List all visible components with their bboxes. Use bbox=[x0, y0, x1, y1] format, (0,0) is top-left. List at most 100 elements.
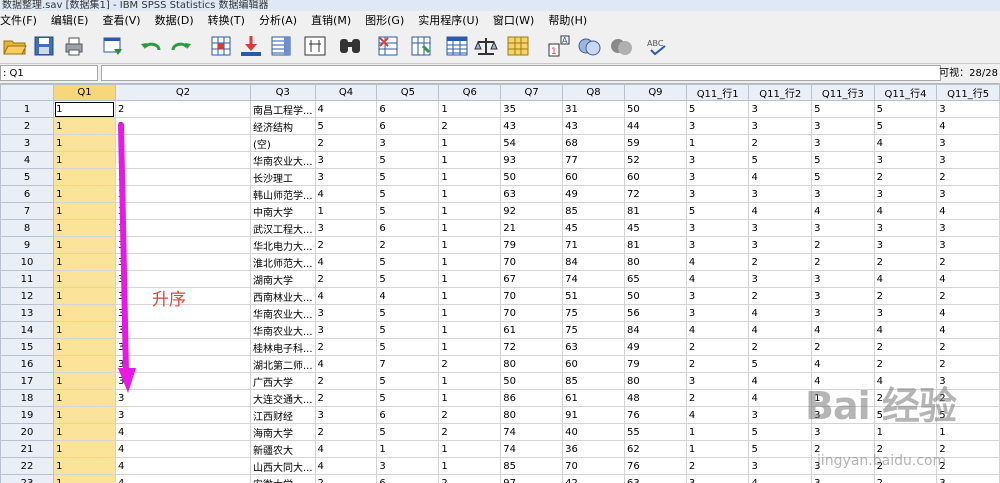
cell-Q5[interactable]: 3 bbox=[376, 134, 440, 152]
cell-Q11_行5[interactable]: 3 bbox=[936, 236, 1000, 254]
column-header-Q11_行2[interactable]: Q11_行2 bbox=[748, 84, 813, 101]
cell-Q4[interactable]: 2 bbox=[314, 372, 378, 390]
corner-cell[interactable] bbox=[0, 84, 55, 101]
cell-Q7[interactable]: 70 bbox=[500, 287, 564, 305]
cell-Q3[interactable]: 武汉工程大... bbox=[249, 219, 316, 237]
cell-Q1[interactable]: 1 bbox=[53, 304, 116, 322]
cell-Q11_行5[interactable]: 4 bbox=[936, 321, 1000, 339]
cell-Q2[interactable]: 3 bbox=[114, 202, 251, 220]
cell-Q3[interactable]: 淮北师范大... bbox=[249, 253, 316, 271]
cell-Q6[interactable]: 1 bbox=[438, 100, 502, 118]
cell-Q5[interactable]: 4 bbox=[376, 287, 440, 305]
cell-Q1[interactable]: 1 bbox=[53, 236, 116, 254]
cell-Q4[interactable]: 4 bbox=[314, 100, 378, 118]
cell-Q8[interactable]: 91 bbox=[562, 406, 625, 424]
cell-Q11_行5[interactable]: 3 bbox=[936, 151, 1000, 169]
cell-Q4[interactable]: 2 bbox=[314, 270, 378, 288]
cell-Q8[interactable]: 68 bbox=[562, 134, 625, 152]
cell-Q11_行3[interactable]: 3 bbox=[811, 270, 875, 288]
cell-Q5[interactable]: 6 bbox=[376, 100, 440, 118]
cell-Q6[interactable]: 2 bbox=[438, 423, 502, 441]
cell-Q8[interactable]: 75 bbox=[562, 304, 625, 322]
cell-Q9[interactable]: 72 bbox=[623, 185, 687, 203]
cell-Q11_行4[interactable]: 5 bbox=[873, 100, 938, 118]
insert-cases-button[interactable] bbox=[375, 34, 401, 58]
cell-Q11_行4[interactable]: 3 bbox=[873, 185, 938, 203]
column-header-Q11_行5[interactable]: Q11_行5 bbox=[936, 84, 1000, 101]
cell-Q5[interactable]: 5 bbox=[376, 151, 440, 169]
row-number[interactable]: 21 bbox=[0, 440, 55, 458]
cell-Q11_行4[interactable]: 3 bbox=[873, 151, 938, 169]
menu-item-2[interactable]: 查看(V) bbox=[95, 11, 147, 30]
cell-Q11_行3[interactable]: 5 bbox=[811, 168, 875, 186]
row-number[interactable]: 10 bbox=[0, 253, 55, 271]
row-number[interactable]: 7 bbox=[0, 202, 55, 220]
cell-Q5[interactable]: 5 bbox=[376, 168, 440, 186]
cell-Q4[interactable]: 4 bbox=[314, 185, 378, 203]
cell-Q11_行5[interactable]: 2 bbox=[936, 168, 1000, 186]
cell-Q1[interactable]: 1 bbox=[53, 134, 116, 152]
cell-Q11_行3[interactable]: 3 bbox=[811, 304, 875, 322]
cell-Q11_行2[interactable]: 3 bbox=[748, 117, 813, 135]
cell-Q11_行4[interactable]: 3 bbox=[873, 219, 938, 237]
cell-Q8[interactable]: 43 bbox=[562, 117, 625, 135]
cell-Q2[interactable]: 3 bbox=[114, 236, 251, 254]
cell-Q11_行3[interactable]: 3 bbox=[811, 185, 875, 203]
cell-Q8[interactable]: 60 bbox=[562, 168, 625, 186]
cell-Q7[interactable]: 54 bbox=[500, 134, 564, 152]
cell-Q9[interactable]: 50 bbox=[623, 287, 687, 305]
cell-Q11_行2[interactable]: 4 bbox=[748, 372, 813, 390]
cell-Q11_行2[interactable]: 5 bbox=[748, 151, 813, 169]
cell-value-input[interactable] bbox=[101, 65, 941, 81]
cell-Q11_行5[interactable]: 4 bbox=[936, 202, 1000, 220]
cell-Q8[interactable]: 61 bbox=[562, 389, 625, 407]
cell-Q8[interactable]: 49 bbox=[562, 185, 625, 203]
cell-Q2[interactable]: 3 bbox=[114, 372, 251, 390]
cell-Q9[interactable]: 76 bbox=[623, 406, 687, 424]
cell-Q2[interactable]: 2 bbox=[114, 117, 251, 135]
cell-Q5[interactable]: 1 bbox=[376, 440, 440, 458]
row-number[interactable]: 23 bbox=[0, 474, 55, 483]
cell-Q11_行2[interactable]: 3 bbox=[748, 236, 813, 254]
cell-Q2[interactable]: 3 bbox=[114, 253, 251, 271]
cell-Q9[interactable]: 56 bbox=[623, 304, 687, 322]
cell-Q5[interactable]: 5 bbox=[376, 202, 440, 220]
cell-Q11_行2[interactable]: 2 bbox=[748, 338, 813, 356]
cell-Q3[interactable]: 经济结构 bbox=[249, 117, 316, 135]
cell-Q11_行1[interactable]: 3 bbox=[685, 304, 750, 322]
cell-Q9[interactable]: 60 bbox=[623, 168, 687, 186]
cell-Q9[interactable]: 59 bbox=[623, 134, 687, 152]
cell-Q5[interactable]: 5 bbox=[376, 304, 440, 322]
cell-Q4[interactable]: 4 bbox=[314, 287, 378, 305]
cell-Q2[interactable]: 3 bbox=[114, 168, 251, 186]
cell-Q1[interactable]: 1 bbox=[53, 117, 116, 135]
row-number[interactable]: 6 bbox=[0, 185, 55, 203]
cell-Q7[interactable]: 97 bbox=[500, 474, 564, 483]
row-number[interactable]: 4 bbox=[0, 151, 55, 169]
cell-Q4[interactable]: 2 bbox=[314, 474, 378, 483]
print-button[interactable] bbox=[61, 34, 87, 58]
cell-Q11_行4[interactable]: 2 bbox=[873, 287, 938, 305]
cell-Q11_行4[interactable]: 2 bbox=[873, 168, 938, 186]
cell-Q1[interactable]: 1 bbox=[53, 253, 116, 271]
cell-Q3[interactable]: 华北电力大... bbox=[249, 236, 316, 254]
cell-Q9[interactable]: 44 bbox=[623, 117, 687, 135]
column-header-Q11_行3[interactable]: Q11_行3 bbox=[811, 84, 875, 101]
cell-Q9[interactable]: 81 bbox=[623, 202, 687, 220]
dialog-recall-button[interactable] bbox=[100, 34, 126, 58]
cell-Q9[interactable]: 79 bbox=[623, 355, 687, 373]
cell-Q5[interactable]: 2 bbox=[376, 236, 440, 254]
cell-Q11_行4[interactable]: 4 bbox=[873, 202, 938, 220]
cell-Q3[interactable]: 中南大学 bbox=[249, 202, 316, 220]
cell-Q7[interactable]: 21 bbox=[500, 219, 564, 237]
cell-Q6[interactable]: 1 bbox=[438, 134, 502, 152]
cell-Q11_行4[interactable]: 2 bbox=[873, 253, 938, 271]
cell-Q8[interactable]: 51 bbox=[562, 287, 625, 305]
cell-Q3[interactable]: 山西大同大... bbox=[249, 457, 316, 475]
split-file-button[interactable] bbox=[444, 34, 470, 58]
cell-Q5[interactable]: 5 bbox=[376, 389, 440, 407]
cell-Q9[interactable]: 76 bbox=[623, 457, 687, 475]
cell-Q9[interactable]: 62 bbox=[623, 440, 687, 458]
cell-Q5[interactable]: 5 bbox=[376, 270, 440, 288]
cell-Q6[interactable]: 1 bbox=[438, 270, 502, 288]
